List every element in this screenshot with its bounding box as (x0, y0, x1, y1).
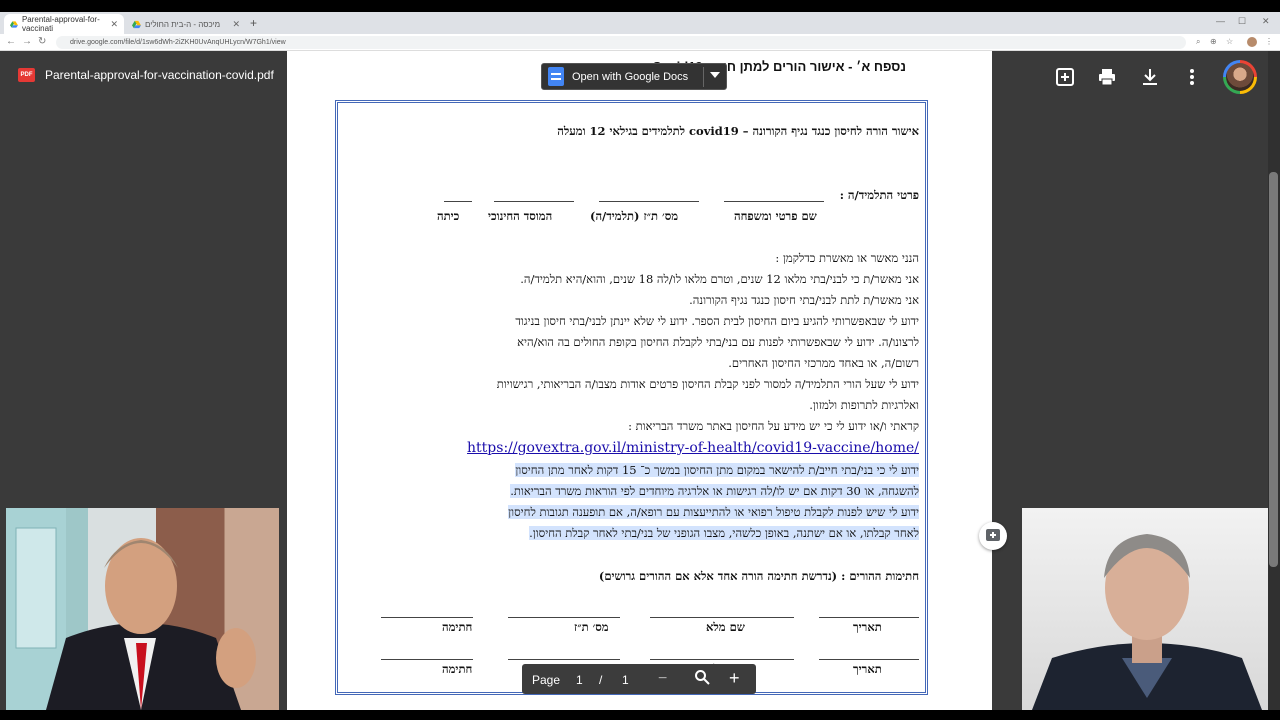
declaration-line: ואלרגיות לתרופות ולמזון. (809, 398, 919, 412)
scrollbar-thumb[interactable] (1269, 172, 1278, 567)
signature-line (508, 617, 620, 618)
webcam-presenter-right (1022, 508, 1268, 710)
google-docs-icon (548, 67, 564, 86)
declaration-line: לרצונו/ה. ידוע לי שבאפשרותי לפנות עם בני… (517, 335, 919, 349)
field-line (494, 201, 574, 202)
signature-line (381, 659, 473, 660)
declaration-line: אני מאשר/ת כי לבני/בתי מלאו 12 שנים, וטר… (520, 272, 919, 286)
browser-profile-avatar[interactable] (1247, 37, 1257, 47)
close-window-icon[interactable]: ✕ (1262, 16, 1270, 27)
back-icon[interactable]: ← (6, 36, 16, 47)
field-label: כיתה (437, 209, 460, 223)
tab-label: מיכסה - ה-בית החולים (145, 19, 221, 29)
declaration-intro: הנני מאשר או מאשרת כדלקמן : (775, 251, 919, 265)
field-line (724, 201, 824, 202)
signature-field-label: חתימה (442, 620, 473, 634)
file-title: Parental-approval-for-vaccination-covid.… (45, 68, 274, 82)
declaration-line: ידוע לי שבאפשרותי להגיע ביום החיסון לבית… (515, 314, 919, 328)
bookmark-star-icon[interactable]: ☆ (1226, 37, 1233, 46)
declaration-line: ידוע לי שעל הורי התלמיד/ה למסור לפני קבל… (496, 377, 919, 391)
signature-field-label: תאריך (853, 662, 882, 676)
google-drive-icon (132, 20, 141, 28)
highlighted-line: ידוע לי שיש לפנות לקבלת טיפול רפואי או ל… (508, 505, 919, 519)
signatures-title: חתימות ההורים : (נדרשת חתימה הורה אחד אל… (598, 569, 919, 583)
field-line (599, 201, 699, 202)
signature-field-label: מס׳ ת״ז (574, 620, 609, 634)
highlighted-line: לאחר קבלתו, או אם ישתנה, באופן כלשהי, מצ… (529, 526, 919, 540)
signature-line (819, 617, 919, 618)
print-button[interactable] (1096, 66, 1118, 88)
signature-field-label: תאריך (853, 620, 882, 634)
tab-label: Parental-approval-for-vaccinati (21, 15, 100, 33)
declaration-line: רשום/ה, או באחד ממרכזי החיסון האחרים. (728, 356, 919, 370)
reload-icon[interactable]: ↻ (38, 36, 46, 47)
pdf-file-icon: PDF (18, 68, 35, 82)
browser-tab[interactable]: מיכסה - ה-בית החולים ✕ (126, 14, 246, 34)
page-navigation: Page 1 / 1 − + (522, 664, 756, 694)
field-label: שם פרטי ומשפחה (734, 209, 817, 223)
close-tab-icon[interactable]: ✕ (110, 19, 118, 30)
browser-toolbar: ← → ↻ drive.google.com/file/d/1sw6dWh-2i… (0, 34, 1280, 51)
print-icon (1099, 69, 1115, 86)
account-avatar[interactable] (1223, 60, 1257, 94)
field-label: המוסד החינוכי (488, 209, 553, 223)
highlighted-line: ידוע לי כי בני/בתי חייב/ת להישאר במקום מ… (515, 463, 919, 477)
add-comment-icon (986, 529, 1000, 541)
person-silhouette-icon (1032, 534, 1262, 710)
declaration-line: אני מאשר/ת לתת לבני/בתי חיסון כנגד נגיף … (689, 293, 919, 307)
open-with-label: Open with Google Docs (572, 70, 689, 83)
new-tab-icon[interactable]: + (250, 16, 257, 30)
download-icon (1143, 69, 1157, 85)
ministry-link[interactable]: https://govextra.gov.il/ministry-of-heal… (467, 440, 919, 456)
download-button[interactable] (1139, 66, 1161, 88)
field-line (444, 201, 472, 202)
page-label: Page (532, 673, 561, 687)
webcam-presenter-left (6, 508, 279, 710)
browser-tab-active[interactable]: Parental-approval-for-vaccinati ✕ (4, 14, 124, 34)
divider (703, 67, 704, 87)
taskbar-edge (0, 710, 1280, 720)
url-text: drive.google.com/file/d/1sw6dWh-2iZKH0Uv… (70, 39, 286, 46)
search-icon[interactable]: ⌕ (1196, 37, 1200, 47)
document-title: אישור הורה לחיסון כנגד נגיף הקורונה – co… (557, 124, 919, 138)
signature-field-label: שם מלא (706, 620, 745, 634)
add-shortcut-button[interactable] (1054, 66, 1076, 88)
highlighted-line: להשגחה, או 30 דקות אם יש לו/לה רגישות או… (510, 484, 919, 498)
person-silhouette-icon (6, 508, 256, 710)
chevron-down-icon[interactable] (710, 72, 720, 78)
signature-line (650, 617, 794, 618)
maximize-icon[interactable]: ☐ (1238, 16, 1246, 27)
signature-field-label: חתימה (442, 662, 473, 676)
browser-menu-icon[interactable]: ⋮ (1265, 37, 1273, 46)
signature-line (508, 659, 620, 660)
total-pages: 1 (622, 673, 629, 687)
magnifier-icon (695, 670, 710, 685)
signature-line (819, 659, 919, 660)
extension-icon[interactable]: ⊕ (1210, 37, 1217, 46)
pdf-page: נספח א׳ - אישור הורים למתן חיסון Covid19… (287, 51, 992, 710)
close-tab-icon[interactable]: ✕ (232, 19, 240, 30)
add-comment-button[interactable] (979, 522, 1007, 550)
more-vert-icon (1190, 69, 1194, 85)
open-with-google-docs-button[interactable]: Open with Google Docs (541, 63, 727, 90)
minimize-icon[interactable]: — (1216, 16, 1225, 26)
browser-tab-strip: Parental-approval-for-vaccinati ✕ מיכסה … (0, 12, 1280, 34)
field-label: מס׳ ת״ז (תלמיד/ה) (590, 209, 679, 223)
zoom-in-icon[interactable]: + (729, 668, 740, 689)
add-to-drive-icon (1056, 68, 1074, 86)
page-separator: / (599, 673, 603, 687)
current-page[interactable]: 1 (576, 673, 583, 687)
zoom-icon[interactable] (694, 669, 710, 688)
forward-icon[interactable]: → (22, 36, 32, 47)
more-actions-button[interactable] (1181, 66, 1203, 88)
google-drive-icon (10, 20, 18, 28)
signature-line (381, 617, 473, 618)
student-details-label: פרטי התלמיד/ה : (839, 188, 919, 202)
declaration-line: קראתי ו/או ידוע לי כי יש מידע על החיסון … (628, 419, 919, 433)
zoom-out-icon[interactable]: − (658, 670, 667, 688)
signature-line (650, 659, 794, 660)
address-bar[interactable]: drive.google.com/file/d/1sw6dWh-2iZKH0Uv… (56, 36, 1186, 49)
screen: Parental-approval-for-vaccinati ✕ מיכסה … (0, 0, 1280, 720)
